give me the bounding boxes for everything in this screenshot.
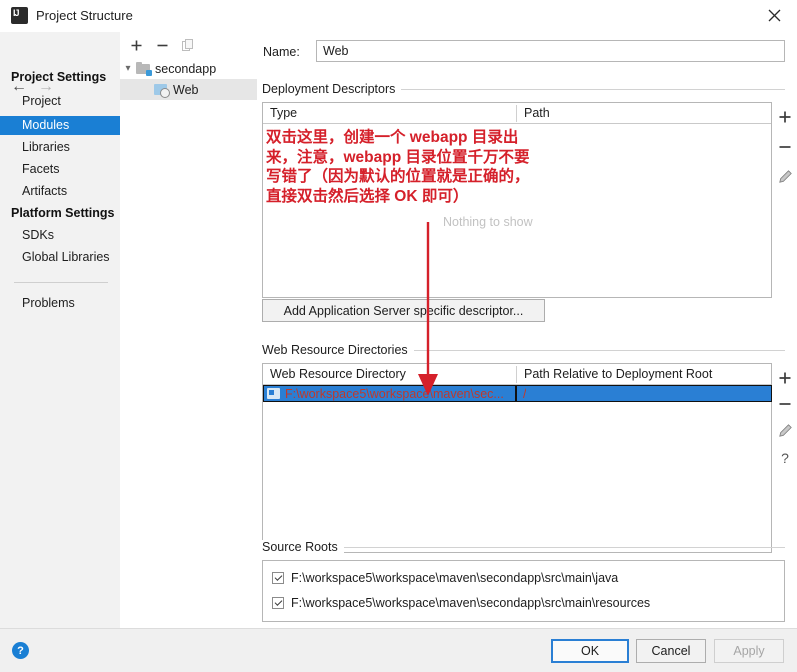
cancel-button[interactable]: Cancel	[636, 639, 706, 663]
close-icon[interactable]	[751, 0, 797, 31]
window-title-bar: Project Structure	[0, 0, 797, 32]
section-rule	[337, 547, 785, 548]
sidebar-divider	[14, 282, 108, 283]
module-folder-icon	[136, 62, 152, 76]
source-roots-label: Source Roots	[262, 540, 344, 554]
tree-node-web[interactable]: Web	[120, 79, 257, 100]
source-root-label: F:\workspace5\workspace\maven\secondapp\…	[291, 596, 651, 610]
chevron-down-icon[interactable]: ▾	[120, 63, 136, 74]
sidebar-item-problems[interactable]: Problems	[22, 296, 75, 310]
column-header-web-resource-directory[interactable]: Web Resource Directory	[263, 364, 516, 384]
list-item[interactable]: F:\workspace5\workspace\maven\secondapp\…	[272, 596, 650, 610]
checkbox-icon[interactable]	[272, 572, 284, 584]
minus-icon[interactable]	[772, 391, 797, 416]
module-tree-toolbar	[120, 32, 257, 58]
web-resource-directories-table[interactable]: Web Resource Directory Path Relative to …	[262, 363, 772, 553]
sidebar-item-libraries[interactable]: Libraries	[22, 140, 70, 154]
annotation-text: 双击这里，创建一个 webapp 目录出 来，注意，webapp 目录位置千万不…	[266, 128, 596, 206]
source-roots-list[interactable]: F:\workspace5\workspace\maven\secondapp\…	[262, 560, 785, 622]
deployment-descriptors-tools	[772, 102, 797, 298]
empty-table-message: Nothing to show	[443, 215, 533, 229]
sidebar-item-sdks[interactable]: SDKs	[22, 228, 54, 242]
column-header-path[interactable]: Path	[517, 103, 772, 123]
minus-icon[interactable]	[772, 134, 797, 159]
plus-icon[interactable]	[772, 365, 797, 390]
folder-icon	[267, 388, 280, 399]
annotation-line-4: 直接双击然后选择 OK 即可）	[266, 187, 469, 205]
apply-button: Apply	[714, 639, 784, 663]
tree-node-label: Web	[173, 82, 199, 97]
tree-node-label: secondapp	[155, 61, 217, 76]
sidebar-item-modules[interactable]: Modules	[0, 116, 120, 135]
table-header: Type Path	[263, 103, 771, 124]
pencil-icon[interactable]	[772, 418, 797, 443]
sidebar-group-project-settings: Project Settings	[11, 70, 107, 84]
help-circle-icon[interactable]: ?	[12, 642, 29, 659]
name-input[interactable]	[316, 40, 785, 62]
dialog-footer: ? OK Cancel Apply	[0, 628, 797, 672]
annotation-line-1: 双击这里，创建一个 webapp 目录出	[266, 129, 519, 146]
table-row-path-cell[interactable]: /	[516, 385, 772, 402]
table-header: Web Resource Directory Path Relative to …	[263, 364, 771, 385]
plus-icon[interactable]	[772, 104, 797, 129]
name-label: Name:	[263, 45, 300, 59]
source-root-label: F:\workspace5\workspace\maven\secondapp\…	[291, 571, 619, 585]
tree-node-secondapp[interactable]: ▾ secondapp	[120, 58, 257, 79]
list-item[interactable]: F:\workspace5\workspace\maven\secondapp\…	[272, 571, 618, 585]
checkbox-icon[interactable]	[272, 597, 284, 609]
minus-icon[interactable]	[153, 36, 171, 54]
section-rule	[402, 350, 785, 351]
sidebar-item-global-libraries[interactable]: Global Libraries	[22, 250, 110, 264]
web-resource-path-value: /	[523, 386, 527, 401]
window-title: Project Structure	[36, 8, 133, 23]
copy-icon	[179, 36, 197, 54]
web-facet-icon	[154, 83, 170, 98]
intellij-icon	[11, 7, 28, 24]
pencil-icon[interactable]	[772, 164, 797, 189]
web-resource-directories-label: Web Resource Directories	[262, 343, 414, 357]
settings-sidebar: ← → Project Settings Project Modules Lib…	[0, 32, 120, 632]
column-header-type[interactable]: Type	[263, 103, 516, 123]
annotation-line-3: 写错了（因为默认的位置就是正确的，	[266, 168, 530, 185]
add-application-server-descriptor-button[interactable]: Add Application Server specific descript…	[262, 299, 545, 322]
module-tree-panel: ▾ secondapp Web	[120, 32, 258, 628]
ok-button[interactable]: OK	[551, 639, 629, 663]
module-detail-pane: Name: Deployment Descriptors Type Path N…	[257, 32, 797, 628]
table-row[interactable]: F:\workspace5\workspace\maven\sec...	[263, 385, 516, 402]
deployment-descriptors-label: Deployment Descriptors	[262, 82, 402, 96]
column-header-path-relative[interactable]: Path Relative to Deployment Root	[517, 364, 772, 384]
annotation-line-2: 来，注意，webapp 目录位置千万不要	[266, 148, 530, 166]
sidebar-item-facets[interactable]: Facets	[22, 162, 60, 176]
plus-icon[interactable]	[127, 36, 145, 54]
section-rule	[393, 89, 785, 90]
project-structure-dialog: Project Structure ← → Project Settings P…	[0, 0, 797, 672]
sidebar-item-artifacts[interactable]: Artifacts	[22, 184, 67, 198]
help-icon[interactable]: ?	[772, 445, 797, 470]
sidebar-group-platform-settings: Platform Settings	[11, 206, 115, 220]
sidebar-item-project[interactable]: Project	[22, 94, 61, 108]
web-resource-directories-tools: ?	[772, 363, 797, 553]
web-resource-directory-value: F:\workspace5\workspace\maven\sec...	[285, 386, 504, 401]
